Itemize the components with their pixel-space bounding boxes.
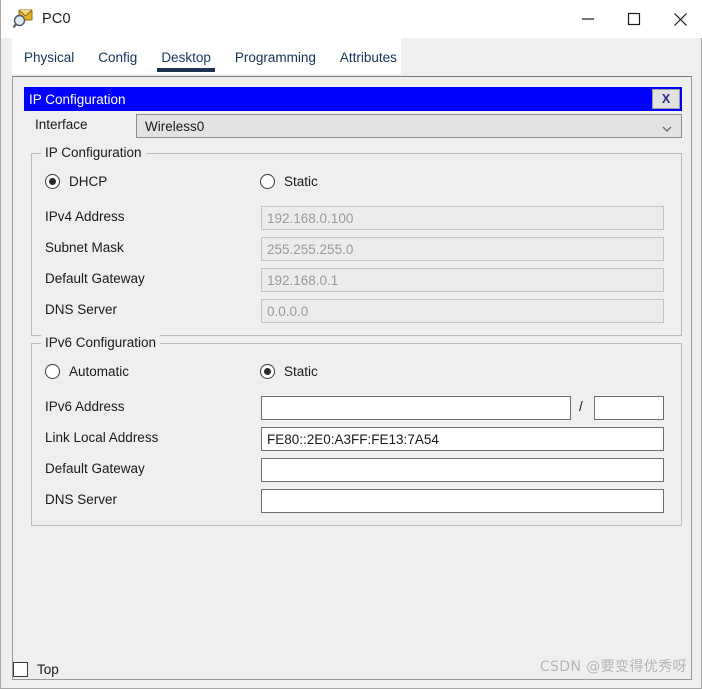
checkbox-empty-icon: [13, 662, 28, 677]
ip-configuration-titlebar: IP Configuration X: [24, 87, 682, 111]
ipv6-dns-input[interactable]: [261, 489, 664, 513]
ipv4-gateway-input[interactable]: 192.168.0.1: [261, 268, 664, 292]
ipv4-configuration-group: IP Configuration DHCP Static IPv4 Addres…: [31, 145, 682, 336]
ipv6-configuration-group: IPv6 Configuration Automatic Static IPv6…: [31, 335, 682, 526]
radio-selected-icon: [260, 364, 275, 379]
radio-empty-icon: [45, 364, 60, 379]
ipv6-dns-row: DNS Server: [32, 489, 681, 513]
window-controls: [565, 0, 702, 38]
minimize-icon[interactable]: [565, 0, 611, 38]
window-title: PC0: [42, 11, 71, 27]
window-titlebar: PC0: [1, 0, 702, 38]
maximize-icon[interactable]: [611, 0, 657, 38]
tab-desktop-label: Desktop: [161, 49, 211, 65]
tab-physical-label: Physical: [24, 49, 75, 65]
ipv4-dhcp-label: DHCP: [69, 174, 108, 189]
interface-select[interactable]: Wireless0: [136, 114, 682, 138]
radio-selected-icon: [45, 174, 60, 189]
ipv6-prefix-input[interactable]: [594, 396, 664, 420]
ipv6-address-row: IPv6 Address /: [32, 396, 681, 420]
interface-selected-value: Wireless0: [145, 118, 205, 134]
ipv4-dns-label: DNS Server: [45, 302, 118, 317]
ipv4-subnet-label: Subnet Mask: [45, 240, 124, 255]
top-checkbox[interactable]: Top: [13, 662, 59, 677]
ipv6-address-label: IPv6 Address: [45, 399, 125, 414]
chevron-down-icon: [662, 121, 672, 132]
top-checkbox-label: Top: [37, 662, 59, 677]
ipv4-group-title: IP Configuration: [41, 145, 146, 160]
ipv4-static-label: Static: [284, 174, 318, 189]
tab-config[interactable]: Config: [86, 40, 149, 74]
ipv4-gateway-row: Default Gateway 192.168.0.1: [32, 268, 681, 292]
pc0-window: PC0 Physical Config Desktop Programming …: [0, 0, 702, 689]
tab-config-label: Config: [98, 49, 138, 65]
ipv6-address-input[interactable]: [261, 396, 571, 420]
ipv6-link-local-label: Link Local Address: [45, 430, 159, 445]
ipv4-address-input[interactable]: 192.168.0.100: [261, 206, 664, 230]
ipv6-gateway-label: Default Gateway: [45, 461, 145, 476]
ip-configuration-close-button[interactable]: X: [652, 89, 680, 109]
ipv4-dhcp-radio[interactable]: DHCP: [45, 174, 107, 189]
tab-bar: Physical Config Desktop Programming Attr…: [12, 38, 401, 74]
ipv4-dns-row: DNS Server 0.0.0.0: [32, 299, 681, 323]
ipv6-static-radio[interactable]: Static: [260, 364, 318, 379]
ipv4-dns-input[interactable]: 0.0.0.0: [261, 299, 664, 323]
ipv4-subnet-input[interactable]: 255.255.255.0: [261, 237, 664, 261]
ipv6-static-label: Static: [284, 364, 318, 379]
ipv6-mode-row: Automatic Static: [32, 364, 681, 388]
ipv4-subnet-row: Subnet Mask 255.255.255.0: [32, 237, 681, 261]
close-icon[interactable]: [657, 0, 702, 38]
interface-row: Interface Wireless0: [24, 114, 682, 138]
ipv4-address-label: IPv4 Address: [45, 209, 125, 224]
ipv6-link-local-row: Link Local Address FE80::2E0:A3FF:FE13:7…: [32, 427, 681, 451]
ipv6-dns-label: DNS Server: [45, 492, 118, 507]
tab-attributes-label: Attributes: [339, 49, 397, 65]
desktop-panel: IP Configuration X Interface Wireless0 I…: [12, 76, 692, 680]
ipv6-link-local-input[interactable]: FE80::2E0:A3FF:FE13:7A54: [261, 427, 664, 451]
ipv6-gateway-row: Default Gateway: [32, 458, 681, 482]
ipv4-mode-row: DHCP Static: [32, 174, 681, 198]
ipv6-group-title: IPv6 Configuration: [41, 335, 161, 350]
ipv6-automatic-radio[interactable]: Automatic: [45, 364, 129, 379]
tab-programming[interactable]: Programming: [223, 40, 328, 74]
tab-programming-label: Programming: [234, 49, 316, 65]
ipv4-address-row: IPv4 Address 192.168.0.100: [32, 206, 681, 230]
watermark: CSDN @要变得优秀呀: [539, 659, 687, 675]
ipv4-gateway-label: Default Gateway: [45, 271, 145, 286]
ipv6-gateway-input[interactable]: [261, 458, 664, 482]
pc-inspect-icon: [12, 8, 34, 30]
radio-empty-icon: [260, 174, 275, 189]
tab-attributes[interactable]: Attributes: [328, 40, 409, 74]
interface-label: Interface: [35, 117, 88, 132]
tab-desktop[interactable]: Desktop: [149, 40, 223, 74]
ipv6-prefix-separator: /: [579, 399, 583, 414]
ipv6-automatic-label: Automatic: [69, 364, 130, 379]
ip-configuration-title: IP Configuration: [29, 91, 126, 107]
ipv4-static-radio[interactable]: Static: [260, 174, 318, 189]
tab-physical[interactable]: Physical: [12, 40, 86, 74]
